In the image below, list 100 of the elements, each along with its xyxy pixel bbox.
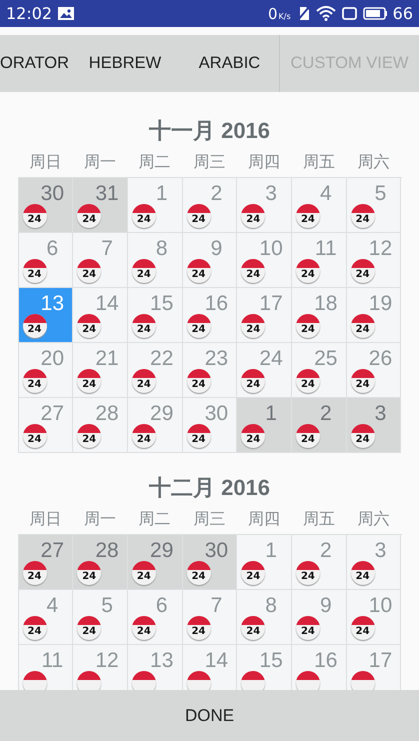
day-cell[interactable]: 30 24	[18, 178, 74, 233]
network-speed: 0 K/s	[268, 4, 291, 22]
done-button[interactable]: DONE	[0, 690, 419, 741]
day-cell[interactable]: 12 24	[346, 233, 402, 288]
day-cell[interactable]: 2 24	[292, 398, 347, 453]
calendar-badge: 24	[77, 616, 102, 640]
calendar-badge: 24	[132, 616, 156, 640]
calendar-badge: 24	[77, 561, 102, 585]
day-number: 26	[368, 347, 394, 371]
day-cell[interactable]: 10 24	[346, 590, 402, 645]
day-cell[interactable]: 8 24	[128, 233, 183, 288]
calendar-badge: 24	[132, 314, 156, 338]
day-cell[interactable]: 4 24	[18, 590, 74, 645]
calendar-badge: 24	[77, 424, 102, 448]
calendar-badge: 24	[22, 616, 46, 640]
day-cell[interactable]: 17 24	[237, 288, 292, 343]
day-number: 17	[258, 292, 284, 316]
day-number: 30	[40, 182, 66, 206]
day-cell[interactable]: 27 24	[18, 398, 74, 453]
day-number: 3	[374, 539, 388, 563]
image-icon	[58, 7, 74, 20]
day-cell[interactable]: 29 24	[128, 535, 183, 590]
day-number: 11	[40, 649, 64, 673]
weekday-label: 周四	[247, 509, 282, 530]
day-cell[interactable]: 1 24	[237, 535, 292, 590]
calendar-badge: 24	[186, 424, 211, 448]
day-cell[interactable]: 25 24	[292, 343, 347, 398]
calendar-badge: 24	[241, 561, 266, 585]
day-cell[interactable]: 15 24	[128, 288, 183, 343]
day-cell[interactable]: 30 24	[182, 535, 238, 590]
day-cell[interactable]: 13 24	[18, 288, 74, 343]
day-number: 13	[40, 292, 66, 316]
day-number: 10	[258, 237, 284, 261]
day-cell[interactable]: 31 24	[73, 178, 128, 233]
day-cell[interactable]: 26 24	[346, 343, 402, 398]
day-number: 5	[374, 182, 388, 206]
tab[interactable]: ARABIC	[180, 35, 279, 92]
day-number: 18	[313, 292, 338, 316]
day-number: 8	[264, 594, 278, 618]
day-cell[interactable]: 9 24	[292, 590, 347, 645]
day-cell[interactable]: 20 24	[18, 343, 74, 398]
calendar-badge	[22, 671, 46, 690]
day-cell[interactable]: 24 24	[237, 343, 292, 398]
day-cell[interactable]: 5 24	[73, 590, 128, 645]
day-cell[interactable]: 27 24	[18, 535, 74, 590]
calendar-badge: 24	[186, 616, 211, 640]
day-number: 29	[149, 539, 174, 563]
day-number: 25	[313, 347, 338, 371]
day-number: 7	[210, 594, 224, 618]
day-cell[interactable]: 19 24	[346, 288, 402, 343]
calendar-badge	[77, 671, 102, 690]
day-cell[interactable]: 14 24	[73, 288, 128, 343]
day-cell[interactable]: 9 24	[182, 233, 238, 288]
calendar-badge: 24	[132, 259, 156, 283]
day-cell[interactable]: 1 24	[128, 178, 183, 233]
tab[interactable]: HEBREW	[70, 35, 180, 92]
day-cell[interactable]: 16 24	[182, 288, 238, 343]
calendar-badge: 24	[241, 616, 266, 640]
day-cell[interactable]: 6 24	[18, 233, 74, 288]
calendar-badge: 24	[22, 424, 46, 448]
day-cell[interactable]: 21 24	[73, 343, 128, 398]
tab[interactable]: ORATOR	[0, 35, 70, 92]
day-cell[interactable]: 3 24	[346, 535, 402, 590]
calendar-badge: 24	[186, 314, 211, 338]
day-number: 15	[149, 292, 174, 316]
day-number: 11	[314, 237, 338, 261]
day-cell[interactable]: 11 24	[292, 233, 347, 288]
day-number: 19	[368, 292, 394, 316]
day-cell[interactable]: 5 24	[346, 178, 402, 233]
weekday-label: 周二	[138, 152, 172, 173]
day-cell[interactable]: 2 24	[292, 535, 347, 590]
day-number: 28	[94, 539, 120, 563]
day-cell[interactable]: 7 24	[182, 590, 238, 645]
day-cell[interactable]: 7 24	[73, 233, 128, 288]
day-number: 1	[264, 402, 278, 426]
day-cell[interactable]: 23 24	[182, 343, 238, 398]
day-cell[interactable]: 18 24	[292, 288, 347, 343]
day-number: 4	[46, 594, 60, 618]
day-cell[interactable]: 30 24	[182, 398, 238, 453]
calendar-badge: 24	[241, 369, 266, 393]
calendar-badge: 24	[132, 424, 156, 448]
day-number: 6	[154, 594, 169, 618]
day-cell[interactable]: 6 24	[128, 590, 183, 645]
day-number: 6	[46, 237, 60, 261]
day-cell[interactable]: 10 24	[237, 233, 292, 288]
day-cell[interactable]: 29 24	[128, 398, 183, 453]
calendar-badge	[241, 671, 266, 690]
day-cell[interactable]: 4 24	[292, 178, 347, 233]
day-number: 20	[40, 347, 66, 371]
day-cell[interactable]: 3 24	[346, 398, 402, 453]
day-cell[interactable]: 1 24	[237, 398, 292, 453]
day-cell[interactable]: 3 24	[237, 178, 292, 233]
day-cell[interactable]: 2 24	[182, 178, 238, 233]
weekday-label: 周日	[28, 509, 62, 530]
day-cell[interactable]: 28 24	[73, 398, 128, 453]
day-cell[interactable]: 8 24	[237, 590, 292, 645]
day-cell[interactable]: 28 24	[73, 535, 128, 590]
calendar-badge: 24	[296, 204, 320, 228]
wifi-icon	[316, 6, 336, 21]
day-cell[interactable]: 22 24	[128, 343, 183, 398]
